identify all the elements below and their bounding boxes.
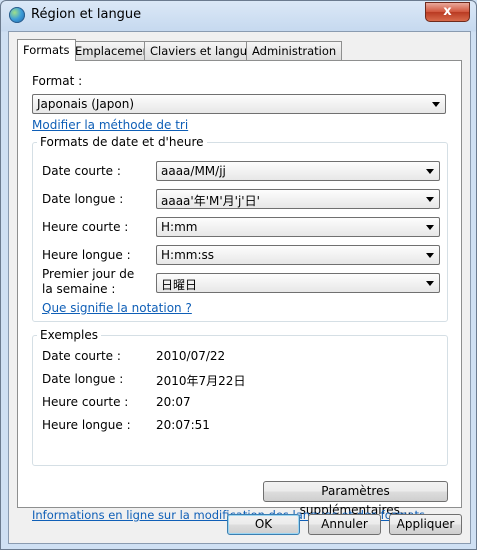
datetime-group-title: Formats de date et d'heure: [37, 135, 207, 149]
example-long-date-value: 2010年7月22日: [156, 374, 246, 388]
short-time-value: H:mm: [161, 220, 198, 234]
format-label: Format :: [32, 74, 83, 88]
example-short-date-label: Date courte :: [42, 349, 121, 363]
notation-help-link[interactable]: Que signifie la notation ?: [42, 301, 192, 315]
long-time-select[interactable]: H:mm:ss: [156, 245, 440, 265]
window-title: Région et langue: [31, 7, 142, 22]
chevron-down-icon: [426, 225, 434, 230]
short-date-select[interactable]: aaaa/MM/jj: [156, 161, 440, 181]
first-day-label-line2: la semaine :: [42, 282, 116, 296]
ok-button[interactable]: OK: [227, 514, 300, 535]
long-date-select[interactable]: aaaa'年'M'月'j'日': [156, 189, 440, 209]
chevron-down-icon: [426, 197, 434, 202]
chevron-down-icon: [426, 253, 434, 258]
examples-group: Exemples Date courte : 2010/07/22 Date l…: [32, 328, 448, 466]
short-time-label: Heure courte :: [42, 220, 129, 234]
format-select-value: Japonais (Japon): [37, 97, 135, 111]
title-bar[interactable]: Région et langue x: [1, 1, 476, 29]
apply-button[interactable]: Appliquer: [389, 514, 462, 535]
more-settings-button[interactable]: Paramètres supplémentaires...: [263, 481, 448, 517]
examples-group-title: Exemples: [37, 328, 101, 342]
long-time-label: Heure longue :: [42, 248, 131, 262]
chevron-down-icon: [432, 102, 440, 107]
cancel-button[interactable]: Annuler: [308, 514, 381, 535]
first-day-value: 日曜日: [161, 278, 198, 292]
long-time-value: H:mm:ss: [161, 248, 214, 262]
short-date-label: Date courte :: [42, 164, 121, 178]
example-short-date-value: 2010/07/22: [156, 349, 226, 363]
dialog-client-area: Formats Emplacement Claviers et langues …: [8, 31, 471, 544]
example-long-time-value: 20:07:51: [156, 418, 210, 432]
dialog-window: Région et langue x Formats Emplacement C…: [0, 0, 477, 550]
chevron-down-icon: [426, 169, 434, 174]
long-date-value: aaaa'年'M'月'j'日': [161, 194, 260, 208]
short-date-value: aaaa/MM/jj: [161, 164, 226, 178]
sort-method-link[interactable]: Modifier la méthode de tri: [32, 118, 188, 132]
example-long-time-label: Heure longue :: [42, 418, 131, 432]
first-day-select[interactable]: 日曜日: [156, 273, 440, 293]
format-select[interactable]: Japonais (Japon): [32, 94, 446, 114]
example-long-date-label: Date longue :: [42, 372, 124, 386]
datetime-formats-group: Formats de date et d'heure Date courte :…: [32, 135, 448, 322]
chevron-down-icon: [426, 281, 434, 286]
example-short-time-value: 20:07: [156, 395, 191, 409]
tab-formats[interactable]: Formats: [17, 39, 76, 61]
long-date-label: Date longue :: [42, 192, 124, 206]
short-time-select[interactable]: H:mm: [156, 217, 440, 237]
first-day-label: Premier jour de la semaine :: [42, 267, 134, 297]
example-short-time-label: Heure courte :: [42, 395, 129, 409]
globe-icon: [9, 7, 25, 23]
tab-administration[interactable]: Administration: [246, 41, 343, 60]
close-button[interactable]: x: [425, 2, 470, 22]
first-day-label-line1: Premier jour de: [42, 267, 135, 281]
formats-tab-panel: Format : Japonais (Japon) Modifier la mé…: [17, 60, 462, 522]
